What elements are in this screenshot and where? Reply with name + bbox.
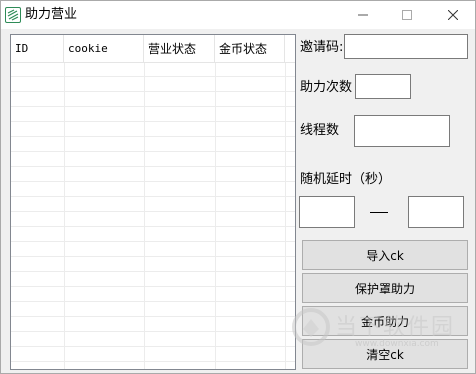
- thread-count-input[interactable]: [354, 115, 450, 147]
- list-row[interactable]: [11, 288, 295, 302]
- clear-ck-button[interactable]: 清空ck: [302, 339, 468, 369]
- list-row[interactable]: [11, 93, 295, 107]
- list-row[interactable]: [11, 228, 295, 242]
- list-row[interactable]: [11, 303, 295, 317]
- list-row[interactable]: [11, 348, 295, 362]
- list-row[interactable]: [11, 318, 295, 332]
- list-row[interactable]: [11, 123, 295, 137]
- close-button[interactable]: [433, 1, 473, 29]
- random-delay-label: 随机延时（秒）: [300, 172, 392, 187]
- column-header-id[interactable]: ID: [11, 35, 64, 63]
- cookie-list[interactable]: ID cookie 营业状态 金币状态: [10, 34, 296, 370]
- maximize-button[interactable]: [387, 1, 427, 29]
- list-header: ID cookie 营业状态 金币状态: [11, 35, 295, 63]
- title-bar[interactable]: 助力营业: [1, 1, 475, 29]
- list-row[interactable]: [11, 258, 295, 272]
- list-row[interactable]: [11, 78, 295, 92]
- close-icon: [448, 10, 458, 20]
- delay-min-input[interactable]: [299, 196, 355, 228]
- list-row[interactable]: [11, 153, 295, 167]
- list-row[interactable]: [11, 63, 295, 77]
- import-ck-button[interactable]: 导入ck: [302, 240, 468, 270]
- list-row[interactable]: [11, 183, 295, 197]
- app-stripes-icon: [5, 7, 21, 23]
- list-row[interactable]: [11, 168, 295, 182]
- list-row[interactable]: [11, 213, 295, 227]
- list-row[interactable]: [11, 108, 295, 122]
- coin-assist-button[interactable]: 金币助力: [302, 306, 468, 336]
- invite-code-input[interactable]: [344, 34, 468, 59]
- range-dash: [370, 212, 388, 213]
- minimize-button[interactable]: [343, 1, 383, 29]
- window-title: 助力营业: [25, 7, 78, 22]
- list-row[interactable]: [11, 333, 295, 347]
- column-header-business-status[interactable]: 营业状态: [144, 35, 215, 63]
- thread-count-label: 线程数: [300, 123, 340, 138]
- protect-assist-button[interactable]: 保护罩助力: [302, 273, 468, 303]
- invite-code-label: 邀请码:: [300, 40, 344, 55]
- main-window: 助力营业 ID cookie 营业状态 金币状态 邀请码: 助力次数 线程数 随…: [0, 0, 476, 374]
- assist-count-label: 助力次数: [300, 80, 353, 95]
- delay-max-input[interactable]: [408, 196, 464, 228]
- list-row[interactable]: [11, 243, 295, 257]
- assist-count-input[interactable]: [355, 74, 411, 99]
- list-row[interactable]: [11, 138, 295, 152]
- list-row[interactable]: [11, 198, 295, 212]
- list-row[interactable]: [11, 273, 295, 287]
- minimize-icon: [358, 14, 368, 16]
- column-header-cookie[interactable]: cookie: [64, 35, 144, 63]
- maximize-icon: [402, 10, 412, 20]
- column-header-coin-status[interactable]: 金币状态: [215, 35, 285, 63]
